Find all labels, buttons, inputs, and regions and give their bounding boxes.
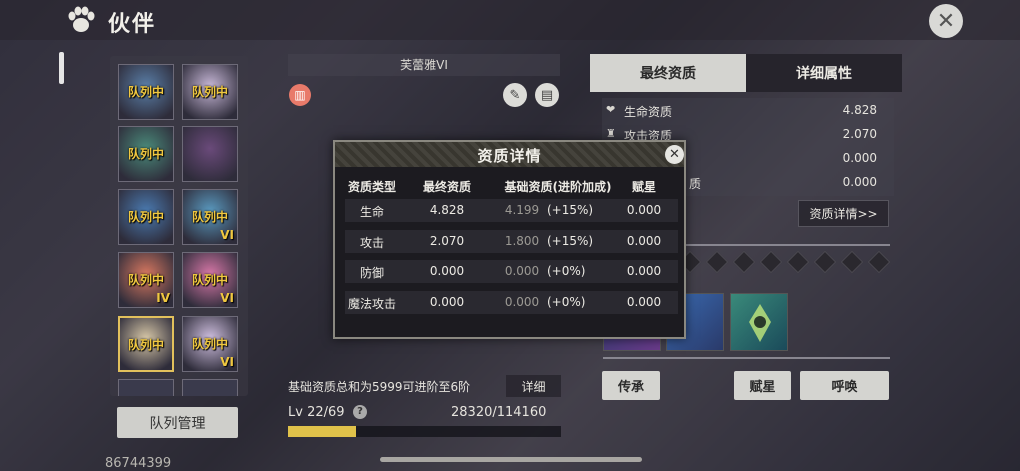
grade-badge: VI — [220, 228, 234, 242]
partner-card[interactable] — [182, 379, 238, 396]
star-value: 0.000 — [626, 295, 662, 309]
queue-tag: 队列中 — [127, 147, 164, 161]
close-icon[interactable]: ✕ — [929, 4, 963, 38]
partner-card[interactable]: 队列中 IV — [118, 252, 174, 308]
exp-text: 28320/114160 — [451, 405, 547, 420]
advance-requirement: 基础资质总和为5999可进阶至6阶 — [288, 380, 471, 394]
advance-bonus: (+15%) — [547, 234, 594, 248]
level-text: Lv 22/69 — [288, 405, 345, 420]
queue-tag: 队列中 — [191, 85, 228, 99]
quality-detail-button[interactable]: 资质详情>> — [798, 200, 889, 227]
queue-tag: 队列中 — [127, 273, 164, 287]
final-quality: 2.070 — [429, 234, 465, 248]
partner-card[interactable]: 队列中 — [118, 316, 174, 372]
partner-card[interactable]: 队列中 — [118, 126, 174, 182]
partner-card[interactable]: 队列中 — [182, 64, 238, 120]
heart-icon: ❤ — [606, 103, 616, 116]
base-quality: 1.800 — [504, 234, 540, 248]
star-value: 0.000 — [626, 234, 662, 248]
close-icon[interactable]: ✕ — [665, 145, 684, 164]
grade-badge: VI — [220, 355, 234, 369]
quality-type: 魔法攻击 — [347, 297, 396, 311]
summon-button[interactable]: 呼唤 — [800, 371, 889, 400]
queue-manage-button[interactable]: 队列管理 — [117, 407, 238, 438]
quality-detail-dialog: 资质详情 ✕ 资质类型 最终资质 基础资质(进阶加成) 赋星 生命 4.828 4.… — [333, 140, 686, 339]
attack-icon: ♜ — [606, 127, 616, 140]
grade-badge: VI — [220, 291, 234, 305]
stat-value: 0.000 — [842, 151, 877, 165]
star-value: 0.000 — [626, 264, 662, 278]
quality-type: 生命 — [359, 205, 384, 219]
column-header: 基础资质(进阶加成) — [504, 180, 612, 194]
advance-bonus: (+0%) — [547, 295, 586, 309]
skill-slot[interactable] — [730, 293, 788, 351]
queue-tag: 队列中 — [127, 338, 164, 352]
star-button[interactable]: 赋星 — [734, 371, 791, 400]
user-id: 86744399 — [105, 456, 172, 471]
help-icon[interactable]: ? — [353, 405, 367, 419]
paw-icon — [68, 6, 95, 32]
stat-name: 生命资质 — [624, 105, 673, 119]
partner-card[interactable]: 队列中 — [118, 189, 174, 245]
scroll-indicator — [59, 52, 64, 84]
divider — [603, 357, 890, 359]
base-quality: 0.000 — [504, 264, 540, 278]
partner-card[interactable]: 队列中 VI — [182, 316, 238, 372]
column-header: 最终资质 — [422, 180, 471, 194]
queue-tag: 队列中 — [191, 337, 228, 351]
advance-bonus: (+0%) — [547, 264, 586, 278]
final-quality: 0.000 — [429, 295, 465, 309]
partner-card[interactable]: 队列中 VI — [182, 252, 238, 308]
dialog-title: 资质详情 — [477, 147, 542, 165]
skill-emblem-icon — [749, 304, 771, 342]
partner-card[interactable]: 队列中 VI — [182, 189, 238, 245]
base-quality: 4.199 — [504, 203, 540, 217]
stat-value: 2.070 — [842, 127, 877, 141]
grade-badge: IV — [156, 291, 170, 305]
queue-tag: 队列中 — [127, 85, 164, 99]
character-name: 芙蕾雅VI — [288, 54, 560, 76]
queue-tag: 队列中 — [191, 210, 228, 224]
final-quality: 4.828 — [429, 203, 465, 217]
queue-tag: 队列中 — [127, 210, 164, 224]
final-quality: 0.000 — [429, 264, 465, 278]
advance-bonus: (+15%) — [547, 203, 594, 217]
quality-type: 防御 — [359, 266, 384, 280]
base-quality: 0.000 — [504, 295, 540, 309]
gift-icon[interactable]: ▥ — [289, 84, 311, 106]
partner-card[interactable]: 队列中 — [118, 64, 174, 120]
exp-bar — [288, 426, 561, 437]
stat-row: ❤ 生命资质 4.828 — [604, 100, 889, 122]
inherit-button[interactable]: 传承 — [602, 371, 660, 400]
column-header: 资质类型 — [347, 180, 396, 194]
stat-name: 质 — [689, 177, 702, 191]
column-header: 赋星 — [631, 180, 656, 194]
partner-card[interactable] — [118, 379, 174, 396]
stat-value: 0.000 — [842, 175, 877, 189]
advance-detail-button[interactable]: 详细 — [506, 375, 561, 397]
tab-final-quality[interactable]: 最终资质 — [590, 54, 746, 92]
partner-portrait — [183, 127, 237, 181]
exp-bar-fill — [288, 426, 356, 437]
partner-card[interactable] — [182, 126, 238, 182]
queue-tag: 队列中 — [191, 273, 228, 287]
tab-detail-attributes[interactable]: 详细属性 — [746, 54, 902, 92]
star-value: 0.000 — [626, 203, 662, 217]
quality-type: 攻击 — [359, 236, 384, 250]
book-icon[interactable]: ▤ — [535, 83, 559, 107]
partner-roster[interactable]: 队列中 队列中 队列中 队列中 队列中 VI 队列中 IV 队列中 VI 队列中 队列中 VI — [110, 56, 248, 396]
stat-value: 4.828 — [842, 103, 877, 117]
edit-icon[interactable]: ✎ — [503, 83, 527, 107]
top-bar: 伙伴 — [0, 0, 1020, 40]
home-indicator[interactable] — [380, 457, 642, 462]
page-title: 伙伴 — [108, 12, 157, 37]
